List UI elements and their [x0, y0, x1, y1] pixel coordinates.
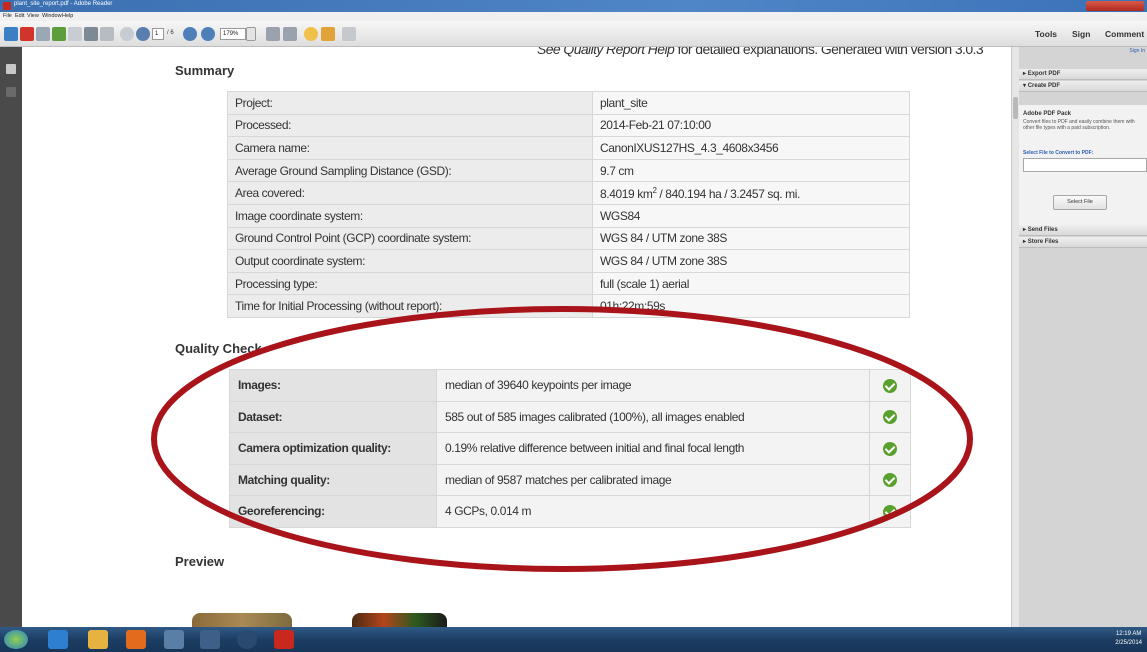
check-icon: [883, 504, 897, 519]
preview-image-dsm: [352, 613, 447, 627]
zoom-input[interactable]: 179%: [220, 28, 246, 40]
quality-check-title: Quality Check: [175, 341, 262, 356]
edit-icon[interactable]: [36, 27, 50, 41]
start-button-icon[interactable]: [4, 630, 28, 649]
check-icon: [883, 410, 897, 425]
email-icon[interactable]: [100, 27, 114, 41]
menu-bar: File Edit View Window Help: [0, 12, 1147, 21]
table-row: Processing type: full (scale 1) aerial: [227, 271, 910, 296]
menu-file[interactable]: File: [3, 13, 12, 19]
page-number-input[interactable]: 1: [152, 28, 164, 40]
file-path-field[interactable]: [1023, 158, 1147, 172]
table-row: Georeferencing: 4 GCPs, 0.014 m: [229, 495, 911, 528]
prev-page-icon[interactable]: [120, 27, 134, 41]
cloud-icon[interactable]: [52, 27, 66, 41]
table-row: Image coordinate system: WGS84: [227, 203, 910, 228]
system-clock[interactable]: 12:19 AM 2/25/2014: [1115, 630, 1142, 648]
pdf-pack-panel: Adobe PDF Pack Convert files to PDF and …: [1019, 105, 1147, 225]
zoom-in-icon[interactable]: [201, 27, 215, 41]
pdf-create-icon[interactable]: [20, 27, 34, 41]
adobe-reader-icon: [3, 2, 11, 10]
check-icon: [883, 441, 897, 456]
window-title: plant_site_report.pdf - Adobe Reader: [14, 1, 113, 7]
app-icon[interactable]: [164, 630, 184, 649]
full-screen-icon[interactable]: [342, 27, 356, 41]
fit-page-icon[interactable]: [266, 27, 280, 41]
export-pdf-section[interactable]: ▸ Export PDF: [1019, 69, 1147, 80]
zoom-dropdown-icon[interactable]: [246, 27, 256, 41]
scrollbar-thumb[interactable]: [1013, 97, 1018, 119]
adobe-reader-taskbar-icon[interactable]: [274, 630, 294, 649]
page-total: / 6: [167, 30, 174, 36]
select-file-label: Select File to Convert to PDF:: [1023, 150, 1094, 156]
table-row: Average Ground Sampling Distance (GSD): 9…: [227, 158, 910, 183]
tab-sign[interactable]: Sign: [1072, 29, 1090, 39]
table-row: Area covered: 8.4019 km2 / 840.194 ha / 3…: [227, 181, 910, 205]
summary-title: Summary: [175, 63, 235, 78]
open-icon[interactable]: [68, 27, 82, 41]
zoom-out-icon[interactable]: [183, 27, 197, 41]
table-row: Time for Initial Processing (without rep…: [227, 294, 910, 318]
table-row: Processed: 2014-Feb-21 07:10:00: [227, 113, 910, 138]
tab-tools[interactable]: Tools: [1035, 29, 1057, 39]
create-icon[interactable]: [4, 27, 18, 41]
table-row: Matching quality: median of 9587 matches …: [229, 463, 911, 496]
quality-report-help-link[interactable]: See Quality Report Help: [537, 47, 675, 57]
next-page-icon[interactable]: [136, 27, 150, 41]
check-icon: [883, 378, 897, 393]
left-navigation-pane: [0, 47, 22, 627]
menu-edit[interactable]: Edit: [15, 13, 24, 19]
tools-panel: Sign In ▸ Export PDF ▾ Create PDF Adobe …: [1019, 47, 1147, 627]
preview-image-orthomosaic: [192, 613, 292, 627]
table-row: Images: median of 39640 keypoints per ima…: [229, 369, 911, 402]
menu-window[interactable]: Window: [42, 13, 62, 19]
quality-check-table: Images: median of 39640 keypoints per ima…: [229, 369, 911, 528]
table-row: Camera name: CanonIXUS127HS_4.3_4608x3456: [227, 136, 910, 160]
vertical-scrollbar[interactable]: [1011, 47, 1019, 627]
pdf-pack-title: Adobe PDF Pack: [1023, 111, 1072, 117]
create-pdf-section[interactable]: ▾ Create PDF: [1019, 81, 1147, 92]
window-controls[interactable]: [1086, 1, 1144, 11]
table-row: Dataset: 585 out of 585 images calibrated…: [229, 400, 911, 433]
highlight-icon[interactable]: [321, 27, 335, 41]
globe-icon[interactable]: [237, 630, 257, 649]
send-files-section[interactable]: ▸ Send Files: [1019, 225, 1147, 236]
pdf-pack-description: Convert files to PDF and easily combine …: [1023, 119, 1135, 131]
tab-comment[interactable]: Comment: [1105, 29, 1144, 39]
store-files-section[interactable]: ▸ Store Files: [1019, 237, 1147, 248]
preview-title: Preview: [175, 554, 225, 569]
title-bar: plant_site_report.pdf - Adobe Reader: [0, 0, 1147, 12]
media-player-icon[interactable]: [126, 630, 146, 649]
table-row: Output coordinate system: WGS 84 / UTM zo…: [227, 249, 910, 273]
taskbar: 12:19 AM 2/25/2014: [0, 627, 1147, 652]
3d-app-icon[interactable]: [200, 630, 220, 649]
menu-help[interactable]: Help: [62, 13, 73, 19]
pdf-page: See Quality Report Help for detailed exp…: [22, 47, 1011, 627]
header-note: See Quality Report Help for detailed exp…: [537, 47, 984, 57]
check-icon: [883, 473, 897, 488]
page-thumbnails-icon[interactable]: [6, 64, 16, 74]
internet-explorer-icon[interactable]: [48, 630, 68, 649]
print-icon[interactable]: [84, 27, 98, 41]
document-viewer[interactable]: See Quality Report Help for detailed exp…: [22, 47, 1011, 627]
fit-width-icon[interactable]: [283, 27, 297, 41]
table-row: Camera optimization quality: 0.19% relati…: [229, 432, 911, 465]
comment-icon[interactable]: [304, 27, 318, 41]
menu-view[interactable]: View: [27, 13, 39, 19]
toolbar: 1 / 6 179% Tools Sign Comment: [0, 21, 1147, 47]
select-file-button[interactable]: Select File: [1053, 195, 1107, 210]
summary-table: Project: plant_site Processed: 2014-Feb-21…: [227, 91, 910, 318]
table-row: Ground Control Point (GCP) coordinate sy…: [227, 226, 910, 251]
attachments-icon[interactable]: [6, 87, 16, 97]
sign-in-link[interactable]: Sign In: [1129, 48, 1145, 54]
file-explorer-icon[interactable]: [88, 630, 108, 649]
table-row: Project: plant_site: [227, 91, 910, 115]
